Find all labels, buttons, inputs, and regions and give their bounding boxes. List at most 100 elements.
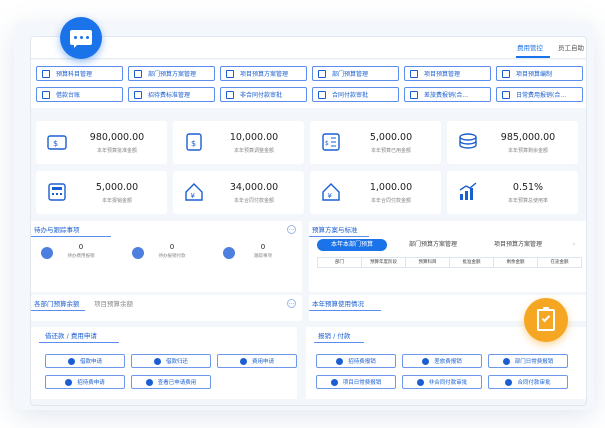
section-underline — [39, 342, 119, 343]
col-period: 预算年度阶段 — [362, 258, 406, 267]
more-icon[interactable]: … — [287, 225, 296, 234]
stat-label: 本年预算批准金额 — [96, 148, 137, 154]
svg-text:¥: ¥ — [328, 192, 333, 200]
clipboard-check-icon[interactable] — [524, 298, 568, 342]
receipt-icon — [336, 357, 344, 365]
section-title: 借还款 / 费用申请 — [45, 332, 97, 340]
expense-apply-button[interactable]: 费用申请 — [217, 354, 297, 368]
expense-icon — [239, 357, 247, 365]
entertainment-reimburse-button[interactable]: 招待费报销 — [316, 354, 396, 368]
stat-adjusted-budget: $ 10,000.00 本年预算调整金额 — [173, 121, 304, 164]
todo-item-expense[interactable]: 0 待办费用报销 — [31, 242, 122, 263]
more-icon[interactable]: … — [287, 299, 296, 308]
quick-btn-travel-reimburse[interactable]: 差旅费报销(合... — [404, 87, 491, 102]
tab-employee-self-service[interactable]: 员工自助 — [558, 42, 584, 52]
dept-daily-reimburse-button[interactable]: 部门日常费报销 — [488, 354, 568, 368]
stat-approved-budget: $ 980,000.00 本年预算批准金额 — [36, 121, 167, 164]
quick-btn-project-budget[interactable]: 项目预算管理 — [404, 66, 491, 81]
col-dept: 部门 — [318, 258, 362, 267]
tab-expense-control[interactable]: 费用管控 — [517, 42, 543, 52]
tab-project-budget-plan[interactable]: 项目预算方案管理 — [477, 239, 559, 251]
quick-btn-dept-budget[interactable]: 部门预算管理 — [312, 66, 399, 81]
quick-btn-project-budget-compile[interactable]: 项目预算编制 — [496, 66, 583, 81]
project-icon — [330, 378, 338, 386]
budget-plan-section: 预算方案与标准 本年本部门预算 部门预算方案管理 项目预算方案管理 › 部门 预… — [309, 221, 586, 292]
chat-bubble-icon[interactable] — [60, 17, 102, 59]
svg-text:¥: ¥ — [191, 192, 196, 200]
link-icon — [318, 90, 326, 99]
stat-value: 985,000.00 — [500, 132, 556, 143]
todo-count: 0 — [260, 243, 266, 251]
section-title: 待办与跟踪事项 — [34, 226, 80, 234]
quick-btn-dept-budget-plan[interactable]: 部门预算方案管理 — [128, 66, 215, 81]
building-icon — [502, 357, 510, 365]
stat-label: 本年报销金额 — [101, 198, 132, 204]
todo-item-tracking[interactable]: 0 跟踪事项 — [213, 242, 304, 263]
quick-btn-contract-payment[interactable]: 合同付款审批 — [312, 87, 399, 102]
table-icon — [416, 378, 424, 386]
calendar-icon — [42, 69, 50, 78]
quick-btn-noncontract-payment[interactable]: 非合同付款审批 — [220, 87, 307, 102]
noncontract-payment-button[interactable]: 非合同付款审批 — [402, 375, 482, 389]
section-underline — [31, 310, 85, 311]
dept-budget-balance-section: 各部门预算余额 项目预算余额 … — [31, 295, 302, 321]
stat-value: 10,000.00 — [229, 132, 279, 143]
todo-label: 待办费用报销 — [67, 254, 95, 259]
stat-label: 本年合同付款金额 — [370, 198, 411, 204]
quick-btn-daily-reimburse[interactable]: 日常费用报销(合... — [496, 87, 583, 102]
col-in-transit: 在途金额 — [550, 260, 569, 265]
todo-item-payment[interactable]: 0 待办报销付款 — [122, 242, 213, 263]
tab-current-dept-budget[interactable]: 本年本部门预算 — [317, 239, 387, 251]
wallet-icon: $ — [47, 135, 67, 150]
list-icon — [226, 69, 234, 78]
table-icon — [226, 90, 234, 99]
stat-contract-payment: ¥ 34,000.00 本年合同付款金额 — [173, 171, 304, 214]
loan-icon — [67, 357, 75, 365]
travel-reimburse-button[interactable]: 差旅费报销 — [402, 354, 482, 368]
heart-icon — [65, 378, 73, 386]
quick-btn-loan-ledger[interactable]: 借款台账 — [36, 87, 123, 102]
loan-expense-section: 借还款 / 费用申请 借款申请 借款归还 费用申请 招待费申请 查看已申请费用 — [31, 327, 297, 399]
svg-text:$: $ — [191, 139, 196, 148]
col-remaining: 剩余金额 — [494, 258, 538, 267]
bar-chart-icon — [459, 182, 477, 200]
stat-value: 1,000.00 — [369, 182, 413, 193]
receipt-icon — [502, 90, 510, 99]
stat-label: 本年预算总使用率 — [507, 198, 548, 204]
view-applied-expense-button[interactable]: 查看已申请费用 — [131, 375, 211, 389]
loan-return-button[interactable]: 借款归还 — [131, 354, 211, 368]
coins-icon — [459, 133, 477, 149]
car-icon — [422, 357, 430, 365]
section-title: 本年预算使用情况 — [312, 300, 364, 308]
stat-value: 0.51% — [512, 182, 544, 193]
section-title: 报销 / 付款 — [318, 332, 351, 340]
tab-dept-budget-plan[interactable]: 部门预算方案管理 — [393, 239, 473, 251]
stat-remaining-budget: 985,000.00 本年预算剩余金额 — [447, 121, 578, 164]
active-tab-indicator — [516, 56, 550, 58]
stat-value: 5,000.00 — [95, 182, 139, 193]
budget-plan-tabs: 本年本部门预算 部门预算方案管理 项目预算方案管理 › — [309, 239, 586, 251]
section-underline — [314, 342, 364, 343]
loan-apply-button[interactable]: 借款申请 — [45, 354, 125, 368]
house-yen-icon: ¥ — [185, 183, 203, 201]
quick-btn-budget-subject[interactable]: 预算科目管理 — [36, 66, 123, 81]
todo-section: 待办与跟踪事项 … 0 待办费用报销 0 待办报销付款 0 跟踪事项 — [31, 221, 302, 292]
stat-contract-payment-2: ¥ 1,000.00 本年合同付款金额 — [310, 171, 441, 214]
tab-project-budget-balance[interactable]: 项目预算余额 — [94, 298, 133, 308]
dashboard-panel: 费用管控 员工自助 预算科目管理 部门预算方案管理 项目预算方案管理 部门预算管… — [30, 36, 587, 406]
tab-dept-budget-balance[interactable]: 各部门预算余额 — [34, 298, 80, 308]
calculator-icon — [48, 183, 66, 201]
car-icon — [410, 90, 418, 99]
chevron-right-icon[interactable]: › — [569, 239, 579, 251]
grid-icon — [134, 69, 142, 78]
section-underline — [31, 236, 111, 237]
section-title: 预算方案与标准 — [312, 226, 358, 234]
contract-payment-button[interactable]: 合同付款审批 — [488, 375, 568, 389]
stat-label: 本年预算调整金额 — [233, 148, 274, 154]
entertainment-apply-button[interactable]: 招待费申请 — [45, 375, 125, 389]
quick-btn-project-budget-plan[interactable]: 项目预算方案管理 — [220, 66, 307, 81]
ledger-icon — [42, 90, 50, 99]
stat-label: 本年预算已用金额 — [370, 148, 411, 154]
project-daily-reimburse-button[interactable]: 项目日常费报销 — [316, 375, 396, 389]
quick-btn-entertainment-standard[interactable]: 招待费标准管理 — [128, 87, 215, 102]
